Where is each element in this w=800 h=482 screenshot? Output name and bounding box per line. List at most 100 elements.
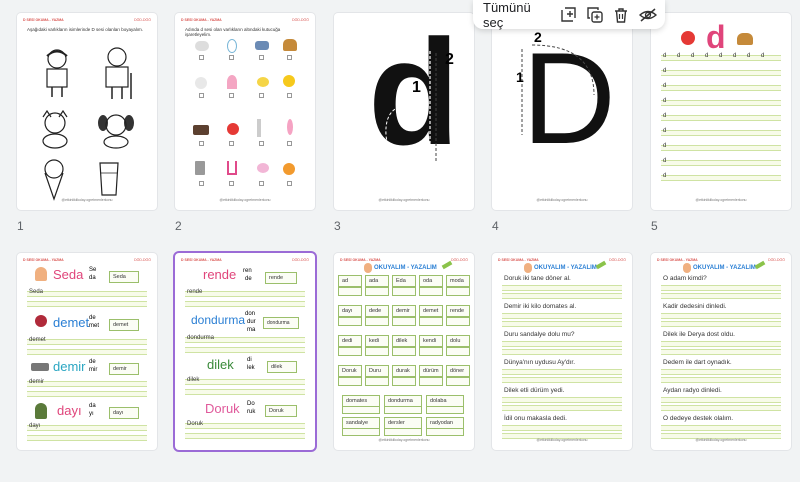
- fruit-icon: [283, 163, 295, 175]
- tracing-line: [661, 130, 781, 136]
- sentence-text: Aydan radyo dinledi.: [663, 387, 722, 394]
- writing-line: [661, 349, 781, 355]
- page-number: 3: [334, 219, 341, 233]
- page-thumbnail-2[interactable]: D SESİ OKUMA - YAZMA DÖD-DÖÖ Adında d ses…: [175, 13, 315, 210]
- add-page-icon[interactable]: [559, 5, 577, 25]
- page-thumbnail-4[interactable]: D 1 2 @etkinliklikolay.ogretmenlerkonu: [492, 13, 632, 210]
- letter-d-pink: d: [706, 19, 726, 55]
- syllable-cell: dayı: [338, 305, 362, 317]
- sentence-text: Demir iki kilo domates al.: [504, 303, 577, 310]
- page-thumbnail-3[interactable]: d 1 2 @etkinliklikolay.ogretmenlerkonu: [334, 13, 474, 210]
- girl-icon: [524, 263, 532, 273]
- syllable-write-cell: [338, 377, 362, 386]
- page-thumbnail-1[interactable]: D SESİ OKUMA - YAZMA DÖD-DÖÖ Aşağıdaki va…: [17, 13, 157, 210]
- page-thumbnail-9[interactable]: D SESİ OKUMA - YAZMA DÖD-DÖÖ OKUYALIM - Y…: [492, 253, 632, 450]
- page-thumbnail-10[interactable]: D SESİ OKUMA - YAZMA DÖD-DÖÖ OKUYALIM - Y…: [651, 253, 791, 450]
- camel-icon: [737, 33, 753, 45]
- girl-icon: [683, 263, 691, 273]
- writing-line: [502, 349, 622, 355]
- syllable-write-cell: [338, 317, 362, 326]
- word-write-cell: [342, 428, 380, 436]
- writing-line: [502, 397, 622, 403]
- sentence-text: Duru sandalye dolu mu?: [504, 331, 575, 338]
- syllable-cell: moda: [446, 275, 470, 287]
- writing-line: [661, 369, 781, 375]
- hide-icon[interactable]: [638, 5, 657, 25]
- sentence-text: İdil onu makasla dedi.: [504, 415, 567, 422]
- tracing-line: [661, 160, 781, 166]
- page-thumbnail-6[interactable]: D SESİ OKUMA - YAZMA DÖD-DÖÖ Seda Se da S…: [17, 253, 157, 450]
- trace-letter: d: [747, 53, 751, 59]
- syllable-write-cell: [365, 377, 389, 386]
- camel-icon: [283, 39, 297, 51]
- iron-bars-icon: [31, 363, 49, 371]
- trace-letter: d: [663, 158, 667, 164]
- sentence-text: O dedeye destek olalım.: [663, 415, 734, 422]
- word-write-cell: [384, 406, 422, 414]
- feather-icon: [287, 119, 293, 135]
- girl-icon: [364, 263, 372, 273]
- writing-line: [661, 405, 781, 411]
- grandpa-drawing: [105, 47, 132, 99]
- mirror-icon: [227, 39, 237, 53]
- syllable-cell: Doruk: [338, 365, 362, 377]
- trace-letter: d: [663, 98, 667, 104]
- glass-drawing: [99, 162, 119, 196]
- page-title: OKUYALIM - YAZALIM: [374, 265, 437, 271]
- delete-icon[interactable]: [612, 5, 630, 25]
- page-number: 4: [492, 219, 499, 233]
- select-all-button[interactable]: Tümünü seç: [483, 0, 549, 30]
- writing-line: [661, 313, 781, 319]
- writing-line: [661, 293, 781, 299]
- syllable-write-cell: [419, 287, 443, 296]
- stroke-number-1: 1: [516, 69, 524, 85]
- stroke-arrows: [385, 51, 437, 163]
- syllable-cell: dilek: [392, 335, 416, 347]
- word-write-cell: [342, 406, 380, 414]
- sentence-text: Doruk iki tane döner al.: [504, 275, 571, 282]
- page-number: 2: [175, 219, 182, 233]
- radio-icon: [193, 125, 209, 135]
- syllable-write-cell: [446, 377, 470, 386]
- writing-line: [502, 405, 622, 411]
- syllable-cell: demir: [392, 305, 416, 317]
- writing-line: [502, 321, 622, 327]
- syllable-cell: dede: [365, 305, 389, 317]
- man-icon: [35, 403, 47, 419]
- stroke-arrows: [521, 44, 595, 135]
- page-thumbnail-8[interactable]: D SESİ OKUMA - YAZMA DÖD-DÖÖ OKUYALIM - Y…: [334, 253, 474, 450]
- syllable-cell: Duru: [365, 365, 389, 377]
- page-toolbar: Tümünü seç: [473, 0, 665, 30]
- sentence-text: Dünya'nın uydusu Ay'dır.: [504, 359, 576, 366]
- tracing-line: [661, 175, 781, 181]
- syllable-write-cell: [365, 317, 389, 326]
- duplicate-icon[interactable]: [586, 5, 604, 25]
- sentence-text: Dilek ile Derya dost oldu.: [663, 331, 735, 338]
- stork-icon: [257, 119, 261, 137]
- page-title: OKUYALIM - YAZALIM: [693, 265, 756, 271]
- candy-icon: [257, 163, 269, 173]
- trace-letter: d: [663, 53, 667, 59]
- writing-line: [502, 377, 622, 383]
- writing-line: [502, 313, 622, 319]
- stroke-number-1: 1: [412, 79, 421, 96]
- word-write-cell: [426, 428, 464, 436]
- girl-icon: [35, 267, 47, 281]
- writing-line: [661, 397, 781, 403]
- ice-cream-drawing: [44, 159, 64, 201]
- writing-line: [661, 285, 781, 291]
- trace-letter: d: [663, 83, 667, 89]
- tracing-line: [661, 100, 781, 106]
- page-title: OKUYALIM - YAZALIM: [534, 265, 597, 271]
- trace-letter: d: [733, 53, 737, 59]
- page-thumbnail-5[interactable]: d dddddddddddddddd @etkinliklikolay.ogre…: [651, 13, 791, 210]
- writing-line: [661, 321, 781, 327]
- trace-letter: d: [691, 53, 695, 59]
- page-thumbnail-7[interactable]: D SESİ OKUMA - YAZMA DÖD-DÖÖ rende ren de…: [175, 253, 315, 450]
- syllable-cell: rende: [446, 305, 470, 317]
- syllable-write-cell: [365, 287, 389, 296]
- trace-letter: d: [663, 113, 667, 119]
- car-icon: [255, 41, 269, 50]
- trace-letter: d: [663, 173, 667, 179]
- syllable-cell: kedi: [365, 335, 389, 347]
